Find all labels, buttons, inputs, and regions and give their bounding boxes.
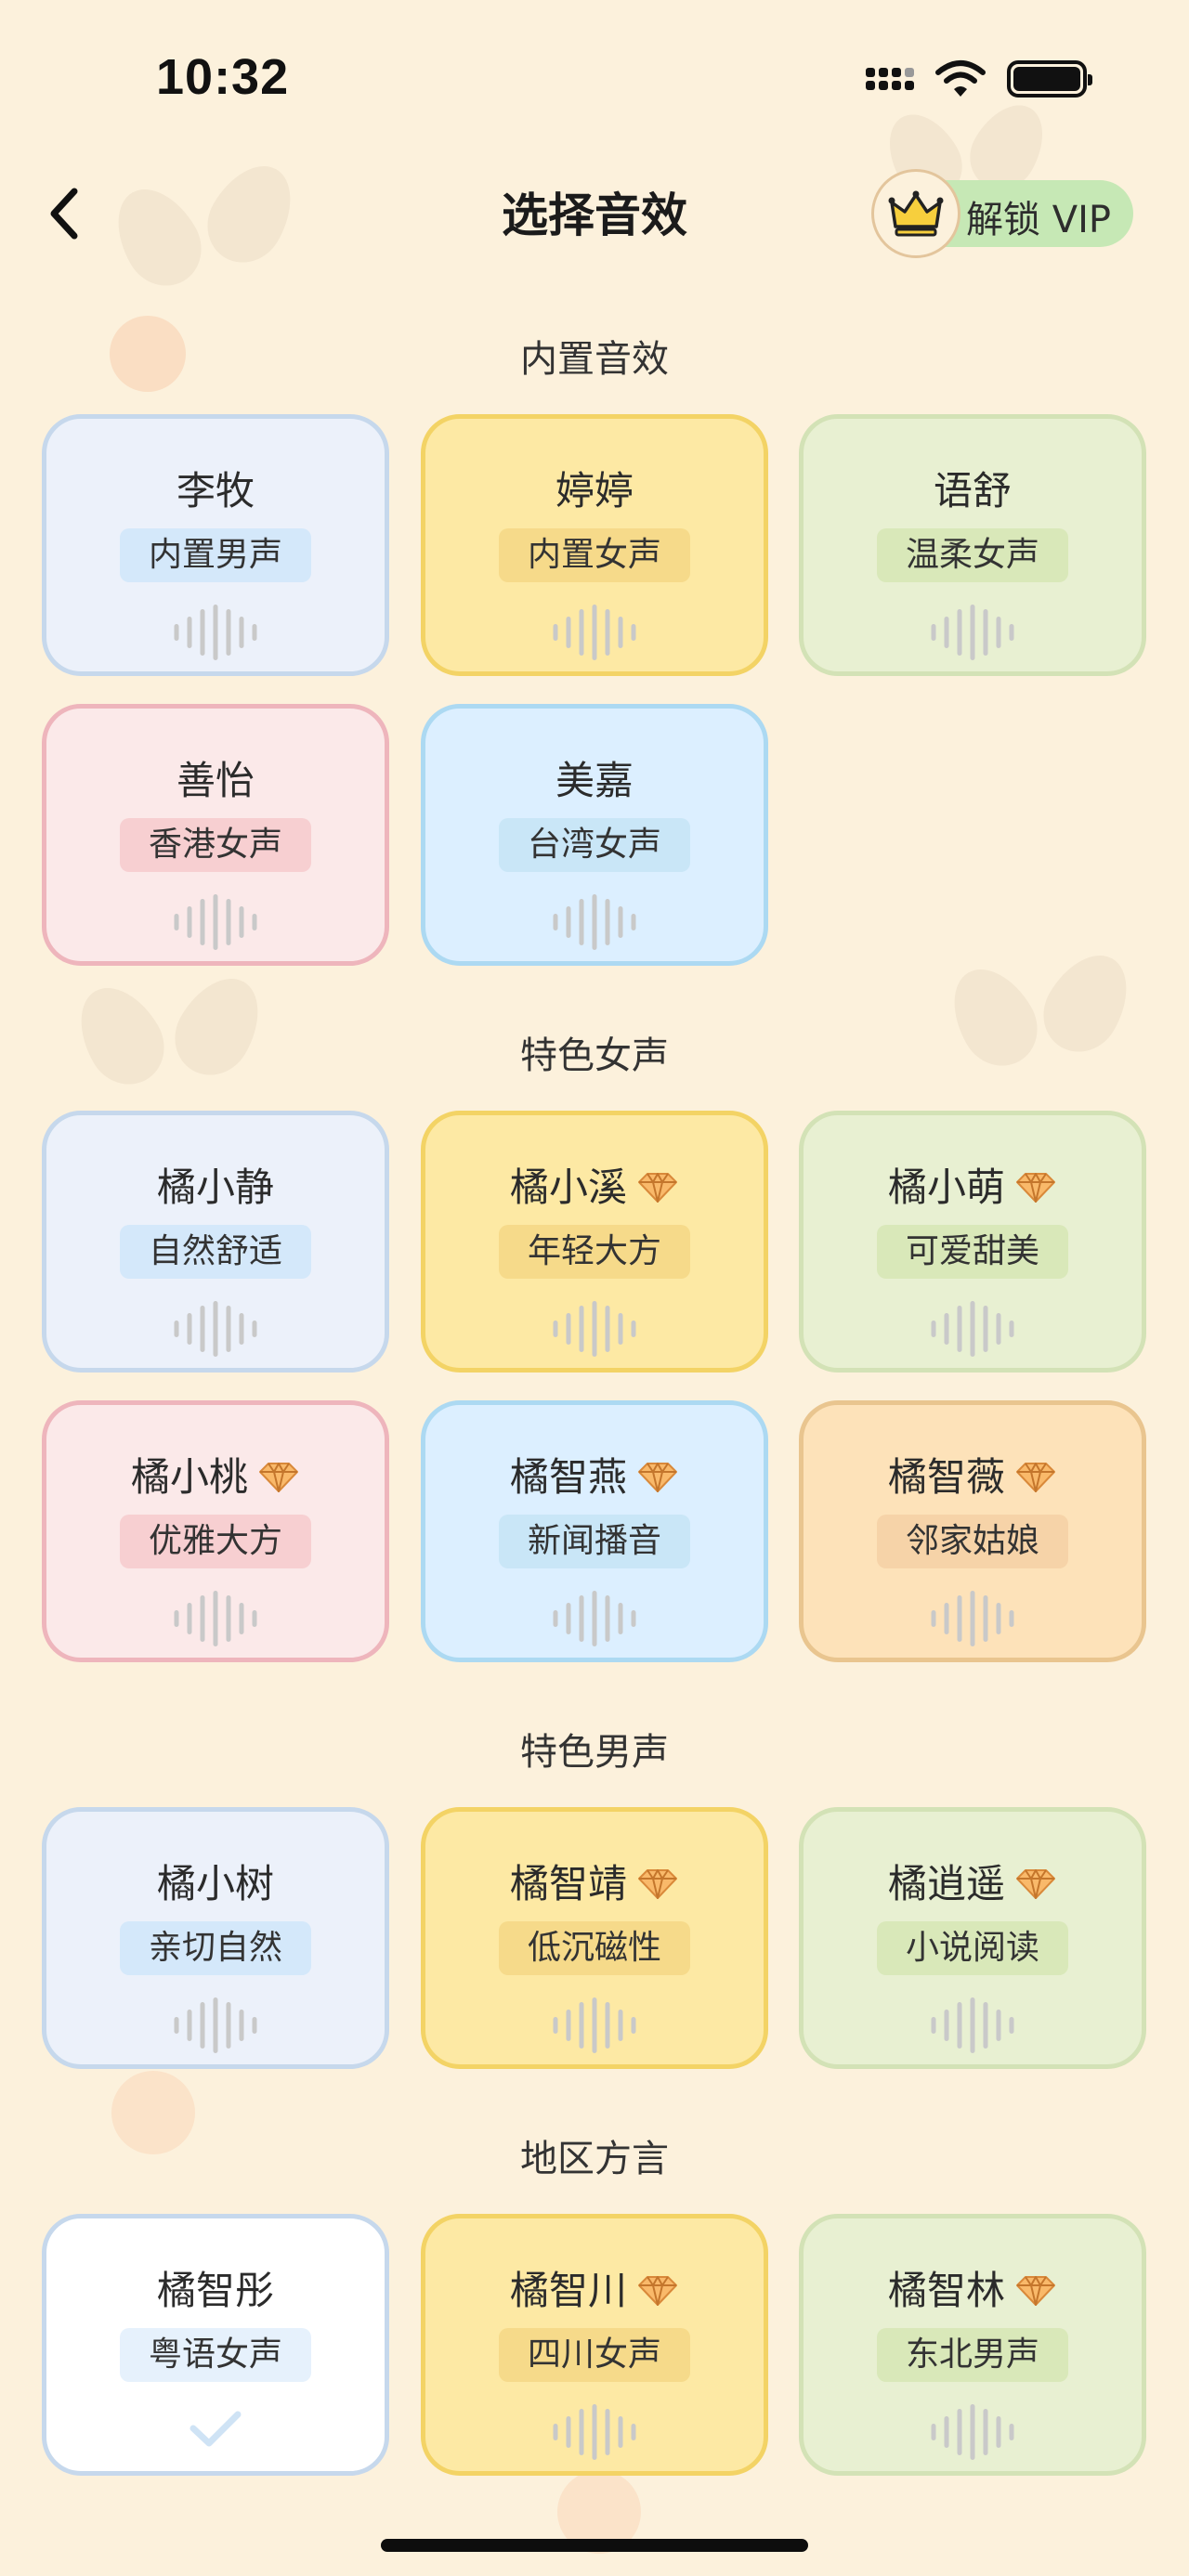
diamond-icon [638,1868,677,1899]
sound-wave-icon [553,1301,636,1357]
sound-wave-icon [553,894,636,950]
voice-card[interactable]: 李牧 内置男声 [42,414,389,676]
sound-wave-icon [174,1301,257,1357]
diamond-icon [1016,2275,1055,2306]
voice-card[interactable]: 善怡 香港女声 [42,704,389,966]
voice-tag: 台湾女声 [499,818,690,872]
status-icons [866,59,1092,98]
voice-name: 橘智靖 [425,1853,764,1909]
sound-wave-icon [553,2404,636,2460]
voice-card[interactable]: 橘小桃 优雅大方 [42,1400,389,1662]
diamond-icon [1016,1868,1055,1899]
voice-card[interactable]: 橘智燕 新闻播音 [421,1400,768,1662]
voice-card[interactable]: 橘逍遥 小说阅读 [799,1807,1146,2069]
voice-tag: 新闻播音 [499,1515,690,1568]
section-title-female: 特色女声 [520,1034,669,1077]
voice-name: 橘智燕 [425,1446,764,1503]
voice-card[interactable]: 橘智川 四川女声 [421,2214,768,2476]
voice-card[interactable]: 橘智靖 低沉磁性 [421,1807,768,2069]
sound-wave-icon [174,1591,257,1646]
voice-card[interactable]: 橘小溪 年轻大方 [421,1111,768,1373]
voice-name: 橘智川 [425,2259,764,2316]
voice-name: 婷婷 [555,468,634,514]
section-title-dialect: 地区方言 [520,2138,669,2180]
voice-name: 橘小树 [156,1861,274,1906]
home-indicator [381,2539,808,2552]
navigation-bar: 选择音效 解锁 VIP [0,158,1189,269]
diamond-icon [638,2275,677,2306]
voice-name: 橘小静 [156,1164,274,1210]
voice-tag: 香港女声 [120,818,311,872]
voice-name: 语舒 [933,468,1012,514]
voice-name: 橘小萌 [804,1156,1142,1213]
voice-card[interactable]: 橘小萌 可爱甜美 [799,1111,1146,1373]
voice-name: 善怡 [176,758,255,803]
voice-card[interactable]: 橘智薇 邻家姑娘 [799,1400,1146,1662]
voice-card[interactable]: 婷婷 内置女声 [421,414,768,676]
voice-name: 美嘉 [555,758,634,803]
voice-tag: 可爱甜美 [877,1225,1068,1279]
diamond-icon [638,1462,677,1492]
sound-wave-icon [174,894,257,950]
voice-tag: 粤语女声 [120,2328,311,2382]
diamond-icon [1016,1462,1055,1492]
voice-tag: 低沉磁性 [499,1921,690,1975]
checkmark-icon [189,2411,242,2447]
voice-tag: 东北男声 [877,2328,1068,2382]
status-time: 10:32 [156,49,290,105]
voice-tag: 年轻大方 [499,1225,690,1279]
vip-label: 解锁 VIP [966,199,1111,241]
voice-tag: 内置女声 [499,528,690,582]
unlock-vip-button[interactable]: 解锁 VIP [871,169,1133,258]
sound-wave-icon [174,605,257,660]
battery-icon [1007,60,1092,98]
cellular-signal-icon [866,68,914,90]
voice-card[interactable]: 橘智林 东北男声 [799,2214,1146,2476]
diamond-icon [1016,1172,1055,1203]
section-title-builtin: 内置音效 [520,338,669,381]
status-bar: 10:32 [0,0,1189,158]
crown-icon [871,169,960,258]
voice-tag: 小说阅读 [877,1921,1068,1975]
voice-card-selected[interactable]: 橘智彤 粤语女声 [42,2214,389,2476]
voice-tag: 亲切自然 [120,1921,311,1975]
voice-card[interactable]: 语舒 温柔女声 [799,414,1146,676]
voice-name: 橘小溪 [425,1156,764,1213]
voice-tag: 温柔女声 [877,528,1068,582]
voice-card[interactable]: 美嘉 台湾女声 [421,704,768,966]
sound-wave-icon [931,605,1014,660]
sound-wave-icon [931,1997,1014,2053]
voice-card[interactable]: 橘小树 亲切自然 [42,1807,389,2069]
voice-name: 李牧 [176,468,255,514]
diamond-icon [638,1172,677,1203]
section-title-male: 特色男声 [520,1731,669,1774]
sound-wave-icon [174,1997,257,2053]
voice-tag: 优雅大方 [120,1515,311,1568]
voice-name: 橘智林 [804,2259,1142,2316]
voice-tag: 自然舒适 [120,1225,311,1279]
voice-name: 橘智彤 [156,2268,274,2313]
sound-wave-icon [931,2404,1014,2460]
voice-card[interactable]: 橘小静 自然舒适 [42,1111,389,1373]
diamond-icon [259,1462,298,1492]
voice-name: 橘智薇 [804,1446,1142,1503]
sound-wave-icon [553,1591,636,1646]
voice-tag: 四川女声 [499,2328,690,2382]
voice-tag: 邻家姑娘 [877,1515,1068,1568]
sound-wave-icon [553,605,636,660]
wifi-icon [935,60,986,97]
voice-tag: 内置男声 [120,528,311,582]
sound-wave-icon [931,1301,1014,1357]
voice-name: 橘逍遥 [804,1853,1142,1909]
sound-wave-icon [553,1997,636,2053]
voice-name: 橘小桃 [46,1446,385,1503]
sound-wave-icon [931,1591,1014,1646]
